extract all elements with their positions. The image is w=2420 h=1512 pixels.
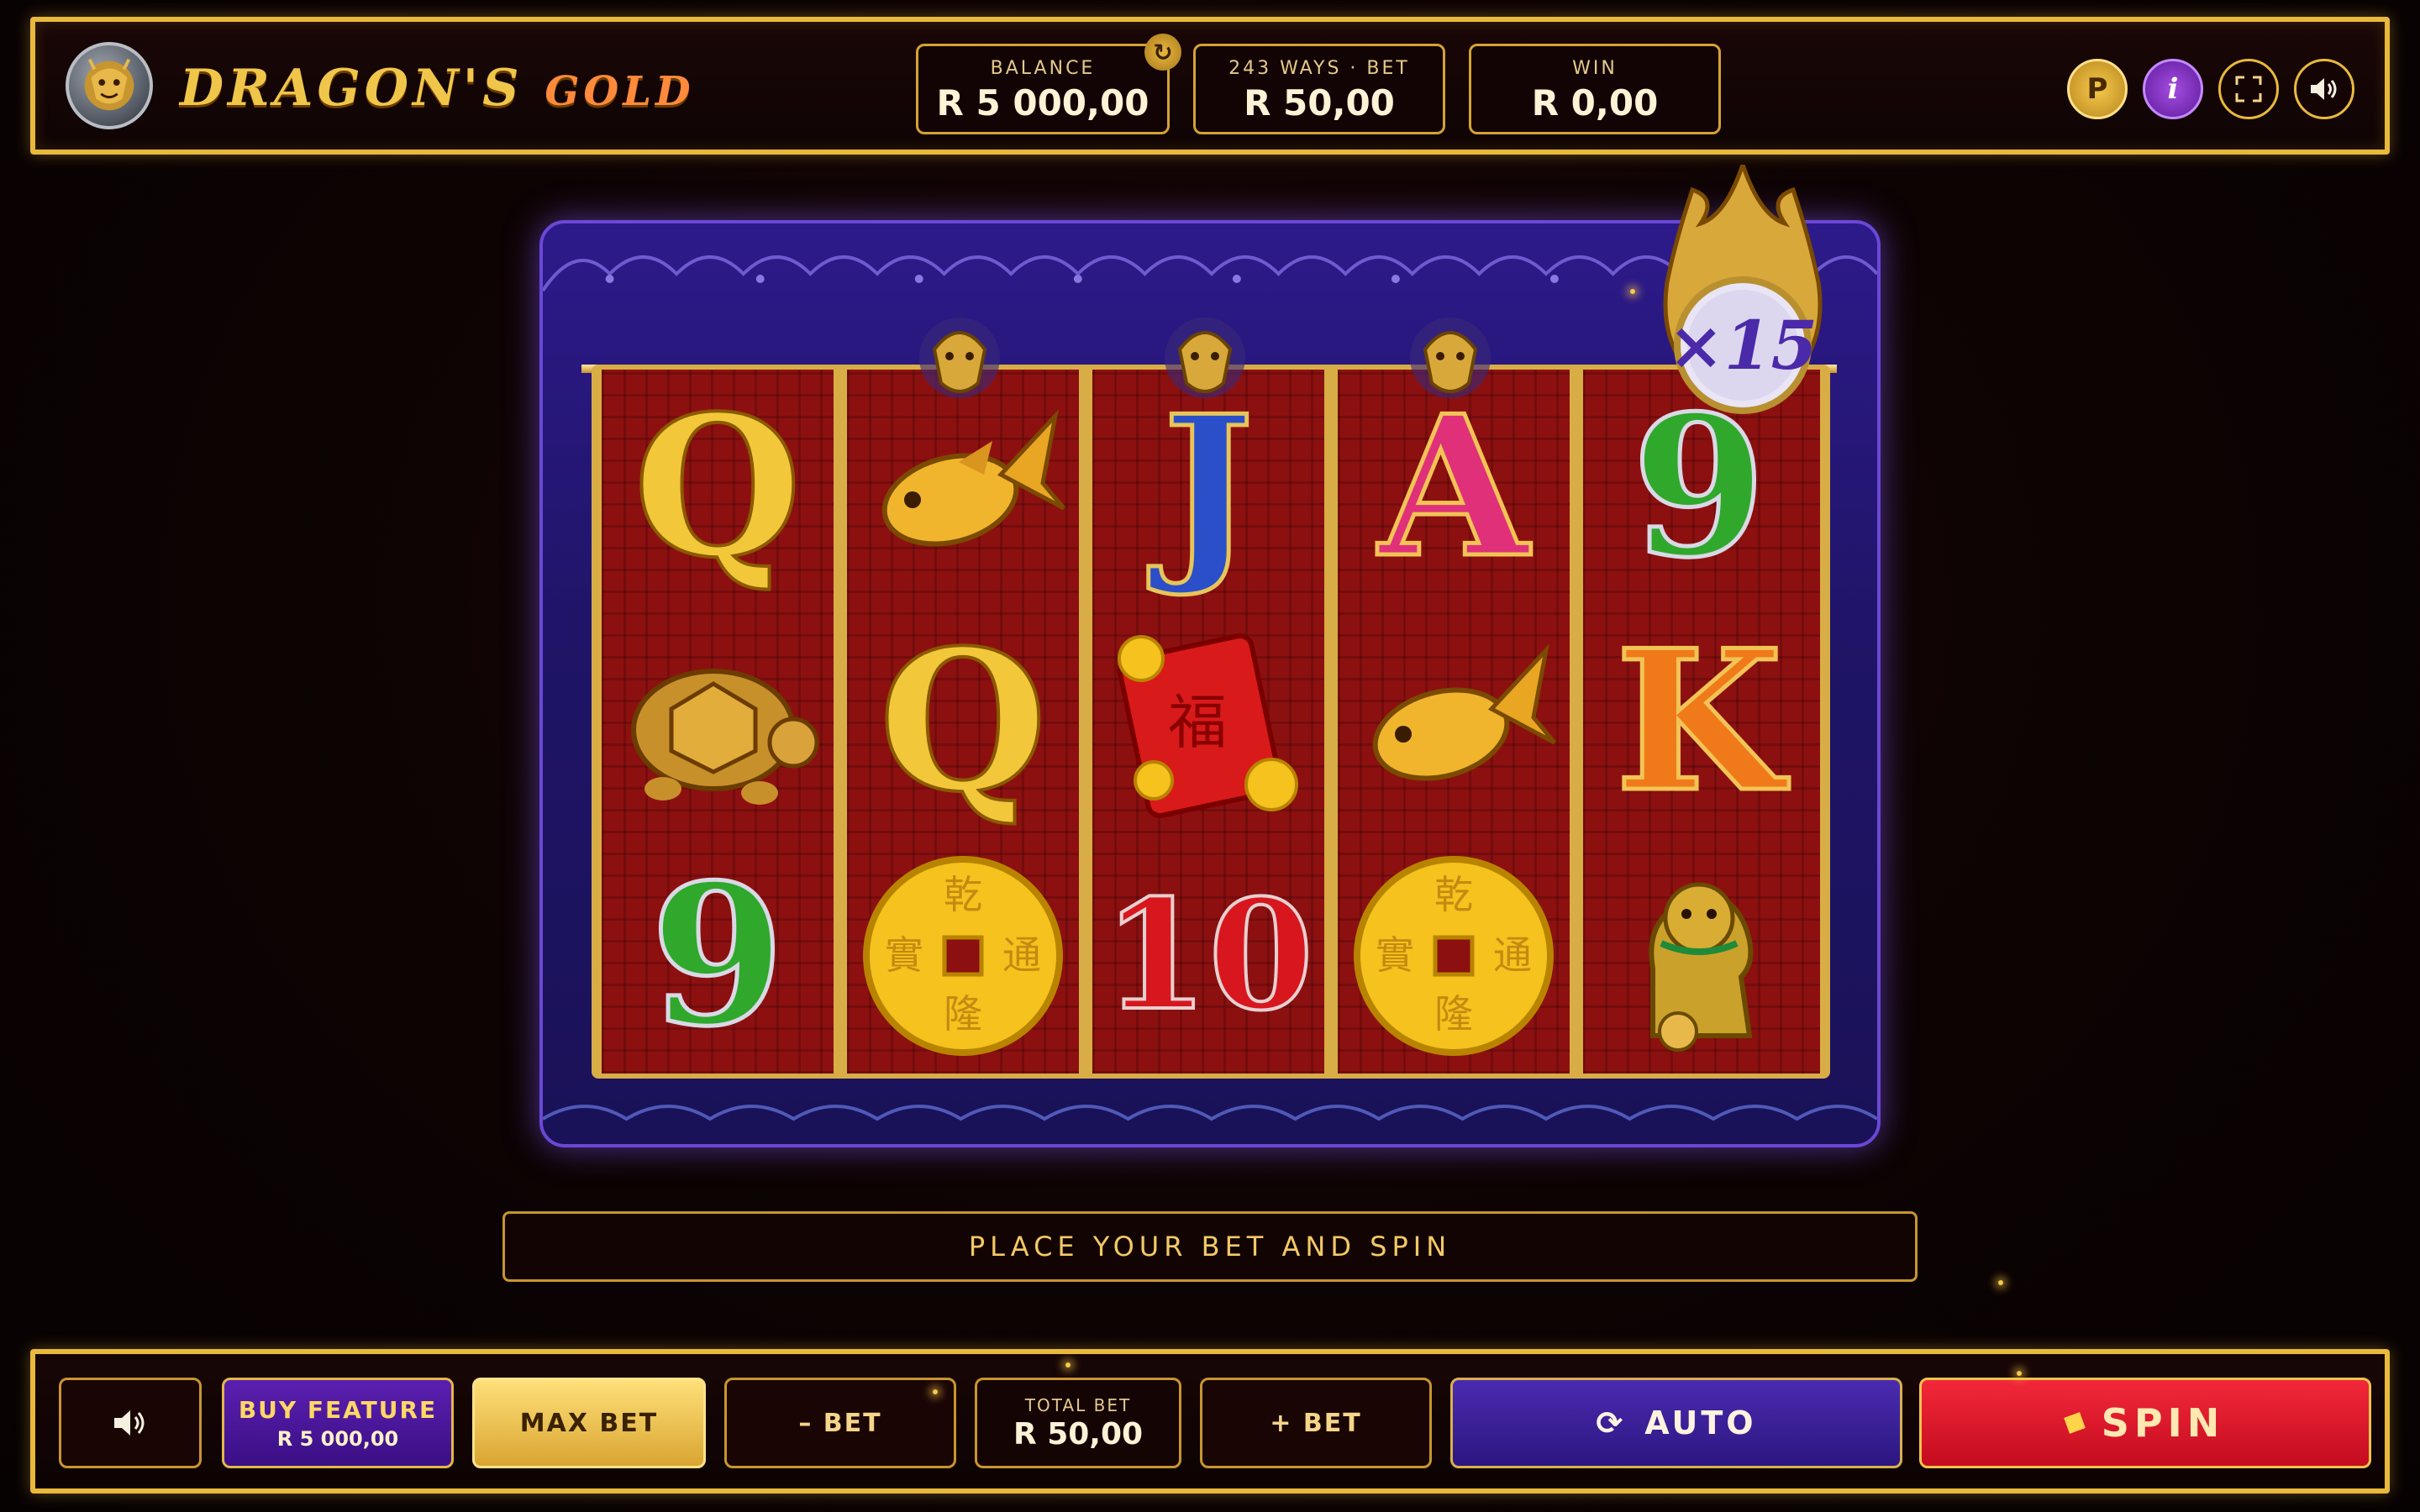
gold-coin-icon: 乾 隆 實 通 (1354, 855, 1554, 1056)
sparkle-decoration (933, 1389, 938, 1394)
bet-display: 243 WAYS · BET R 50,00 (1193, 44, 1445, 134)
spin-icon (2063, 1412, 2086, 1434)
svg-text:隆: 隆 (944, 991, 982, 1037)
info-button[interactable]: i (2143, 59, 2203, 119)
symbol-ten: 10 (1102, 866, 1315, 1044)
svg-text:實: 實 (1376, 932, 1414, 978)
spin-label: SPIN (2101, 1400, 2225, 1446)
bet-label: 243 WAYS · BET (1228, 58, 1410, 79)
sparkle-decoration (2017, 1371, 2022, 1376)
svg-text:通: 通 (1002, 932, 1041, 978)
symbol-red-envelope: 福 (1092, 604, 1324, 838)
multiplier-badge: ×15 (1642, 158, 1844, 442)
auto-label: AUTO (1644, 1404, 1757, 1441)
reel-2: Q 乾 隆 實 通 (847, 370, 1079, 1074)
reel-4: A 乾 隆 實 通 (1338, 370, 1570, 1074)
red-envelope-icon: 福 (1117, 633, 1298, 818)
buy-feature-button[interactable]: BUY FEATURE R 5 000,00 (222, 1378, 454, 1468)
dragon-medal-logo (66, 42, 153, 129)
win-value: R 0,00 (1531, 82, 1659, 123)
top-bar: DRAGON'S GOLD BALANCE R 5 000,00 ↻ 243 W… (30, 17, 2390, 155)
total-bet-value: R 50,00 (1013, 1416, 1144, 1452)
balance-label: BALANCE (990, 58, 1096, 79)
fullscreen-button[interactable] (2218, 59, 2279, 119)
win-display: WIN R 0,00 (1469, 44, 1721, 134)
svg-text:隆: 隆 (1434, 991, 1473, 1037)
gold-coin-icon: 乾 隆 實 通 (863, 855, 1063, 1056)
symbol-foo-dog (1583, 838, 1815, 1073)
increase-bet-button[interactable]: + BET (1200, 1378, 1432, 1468)
reel-grid: Q 9 Q 乾 隆 實 通 J 福 10 A 乾 隆 實 通 9 K (592, 365, 1830, 1079)
game-logo: DRAGON'S GOLD (180, 59, 695, 118)
bet-value: R 50,00 (1244, 82, 1395, 123)
koi-fish-icon (1372, 643, 1556, 781)
reel-3: J 福 10 (1092, 370, 1324, 1074)
total-bet-display: TOTAL BET R 50,00 (975, 1378, 1181, 1468)
reel-5: 9 K (1583, 370, 1820, 1074)
balance-value: R 5 000,00 (936, 82, 1150, 123)
symbol-nine: 9 (648, 842, 786, 1069)
foo-dog-icon (1649, 882, 1754, 1052)
koi-fish-icon (881, 408, 1065, 547)
speaker-icon (114, 1410, 145, 1436)
svg-text:乾: 乾 (1434, 872, 1473, 917)
symbol-gold-coin: 乾 隆 實 通 (1338, 838, 1570, 1073)
reel-1: Q 9 (602, 370, 834, 1074)
status-message: PLACE YOUR BET AND SPIN (502, 1211, 1918, 1282)
svg-text:福: 福 (1168, 688, 1227, 757)
fullscreen-icon (2235, 76, 2262, 102)
logo-main-text: DRAGON'S (180, 59, 523, 118)
decrease-bet-button[interactable]: – BET (724, 1378, 956, 1468)
win-label: WIN (1572, 58, 1618, 79)
buy-feature-label: BUY FEATURE (238, 1395, 438, 1424)
svg-text:通: 通 (1493, 932, 1532, 978)
symbol-gold-coin: 乾 隆 實 通 (847, 838, 1079, 1073)
dragon-head-icon (1165, 318, 1245, 398)
flame-pearl-icon (1663, 158, 1823, 414)
paytable-button[interactable]: P (2067, 59, 2128, 119)
buy-feature-price: R 5 000,00 (276, 1426, 399, 1451)
logo-sub-text: GOLD (544, 68, 695, 115)
symbol-turtle (602, 604, 834, 838)
svg-text:實: 實 (885, 932, 923, 978)
wave-pattern (543, 1105, 1877, 1121)
svg-text:乾: 乾 (944, 872, 982, 917)
symbol-queen: Q (877, 607, 1049, 835)
symbol-queen: Q (632, 373, 803, 601)
auto-spin-button[interactable]: ⟳ AUTO (1450, 1378, 1902, 1468)
symbol-koi-fish (1338, 604, 1570, 838)
autoplay-icon: ⟳ (1596, 1404, 1627, 1441)
sparkle-decoration (1998, 1280, 2003, 1285)
multiplier-value: ×15 (1667, 306, 1818, 385)
sound-button[interactable] (2294, 59, 2354, 119)
sparkle-decoration (1065, 1362, 1071, 1368)
speaker-icon (2311, 78, 2337, 100)
dragon-face-icon (84, 58, 134, 111)
sparkle-decoration (1630, 289, 1635, 294)
bottom-control-bar: BUY FEATURE R 5 000,00 MAX BET – BET TOT… (30, 1349, 2390, 1494)
turtle-icon (631, 668, 819, 805)
dragon-head-icon (919, 318, 1000, 398)
total-bet-label: TOTAL BET (1024, 1394, 1132, 1415)
spin-button[interactable]: SPIN (1919, 1378, 2371, 1468)
refresh-balance-icon[interactable]: ↻ (1144, 34, 1181, 71)
balance-display: BALANCE R 5 000,00 (916, 44, 1170, 134)
max-bet-button[interactable]: MAX BET (472, 1378, 706, 1468)
dragon-head-icon (1410, 318, 1491, 398)
sound-toggle-button[interactable] (59, 1378, 202, 1468)
symbol-king: K (1613, 607, 1786, 835)
